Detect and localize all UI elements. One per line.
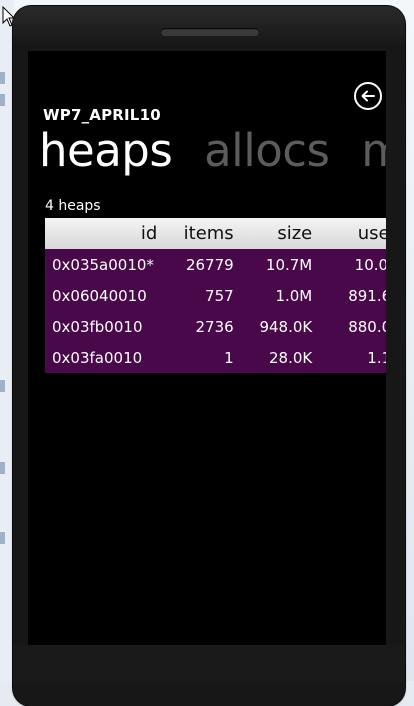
heaps-count-label: 4 heaps — [45, 198, 101, 214]
heaps-table-header-row: id items size used — [45, 218, 386, 249]
desktop-edge-tick — [0, 380, 5, 392]
table-row[interactable]: 0x06040010 757 1.0M 891.6K — [45, 280, 386, 311]
back-arrow-icon — [361, 90, 375, 102]
desktop-edge-strip — [0, 0, 14, 681]
phone-emulator-frame: WP7_APRIL10 heaps allocs mo 4 heaps id i… — [13, 6, 405, 706]
heaps-table: id items size used 0x035a0010* 26779 10.… — [45, 218, 386, 373]
pivot-headers: heaps allocs mo — [39, 121, 386, 181]
back-button[interactable] — [354, 82, 382, 110]
heap-items-cell: 2736 — [161, 311, 238, 342]
heap-items-cell: 26779 — [161, 249, 238, 280]
desktop-edge-tick — [0, 532, 5, 544]
table-row[interactable]: 0x035a0010* 26779 10.7M 10.0M — [45, 249, 386, 280]
heap-id-cell: 0x06040010 — [45, 280, 162, 311]
heap-id-cell: 0x03fa0010 — [45, 342, 162, 373]
phone-top-bezel — [13, 6, 405, 46]
column-header-id[interactable]: id — [45, 218, 162, 249]
heap-size-cell: 10.7M — [237, 249, 317, 280]
heap-size-cell: 948.0K — [237, 311, 317, 342]
heap-used-cell: 880.0K — [316, 311, 386, 342]
heap-items-cell: 757 — [161, 280, 238, 311]
pivot-tab-heaps[interactable]: heaps — [39, 121, 173, 181]
pivot-tab-mo[interactable]: mo — [361, 121, 386, 181]
column-header-items[interactable]: items — [161, 218, 238, 249]
phone-bottom-bezel — [13, 645, 405, 681]
heap-id-cell: 0x03fb0010 — [45, 311, 162, 342]
heap-used-cell: 891.6K — [316, 280, 386, 311]
heap-used-cell: 10.0M — [316, 249, 386, 280]
pivot-tab-allocs[interactable]: allocs — [204, 121, 330, 181]
desktop-edge-tick — [0, 94, 5, 106]
column-header-used[interactable]: used — [316, 218, 386, 249]
heap-id-cell: 0x035a0010* — [45, 249, 162, 280]
desktop-edge-tick — [0, 462, 5, 474]
heap-used-cell: 1.1K — [316, 342, 386, 373]
phone-screen: WP7_APRIL10 heaps allocs mo 4 heaps id i… — [28, 51, 386, 651]
heap-items-cell: 1 — [161, 342, 238, 373]
heap-size-cell: 1.0M — [237, 280, 317, 311]
desktop-edge-tick — [0, 72, 5, 84]
heap-size-cell: 28.0K — [237, 342, 317, 373]
table-row[interactable]: 0x03fb0010 2736 948.0K 880.0K — [45, 311, 386, 342]
column-header-size[interactable]: size — [237, 218, 317, 249]
table-row[interactable]: 0x03fa0010 1 28.0K 1.1K — [45, 342, 386, 373]
phone-earpiece — [161, 28, 259, 36]
